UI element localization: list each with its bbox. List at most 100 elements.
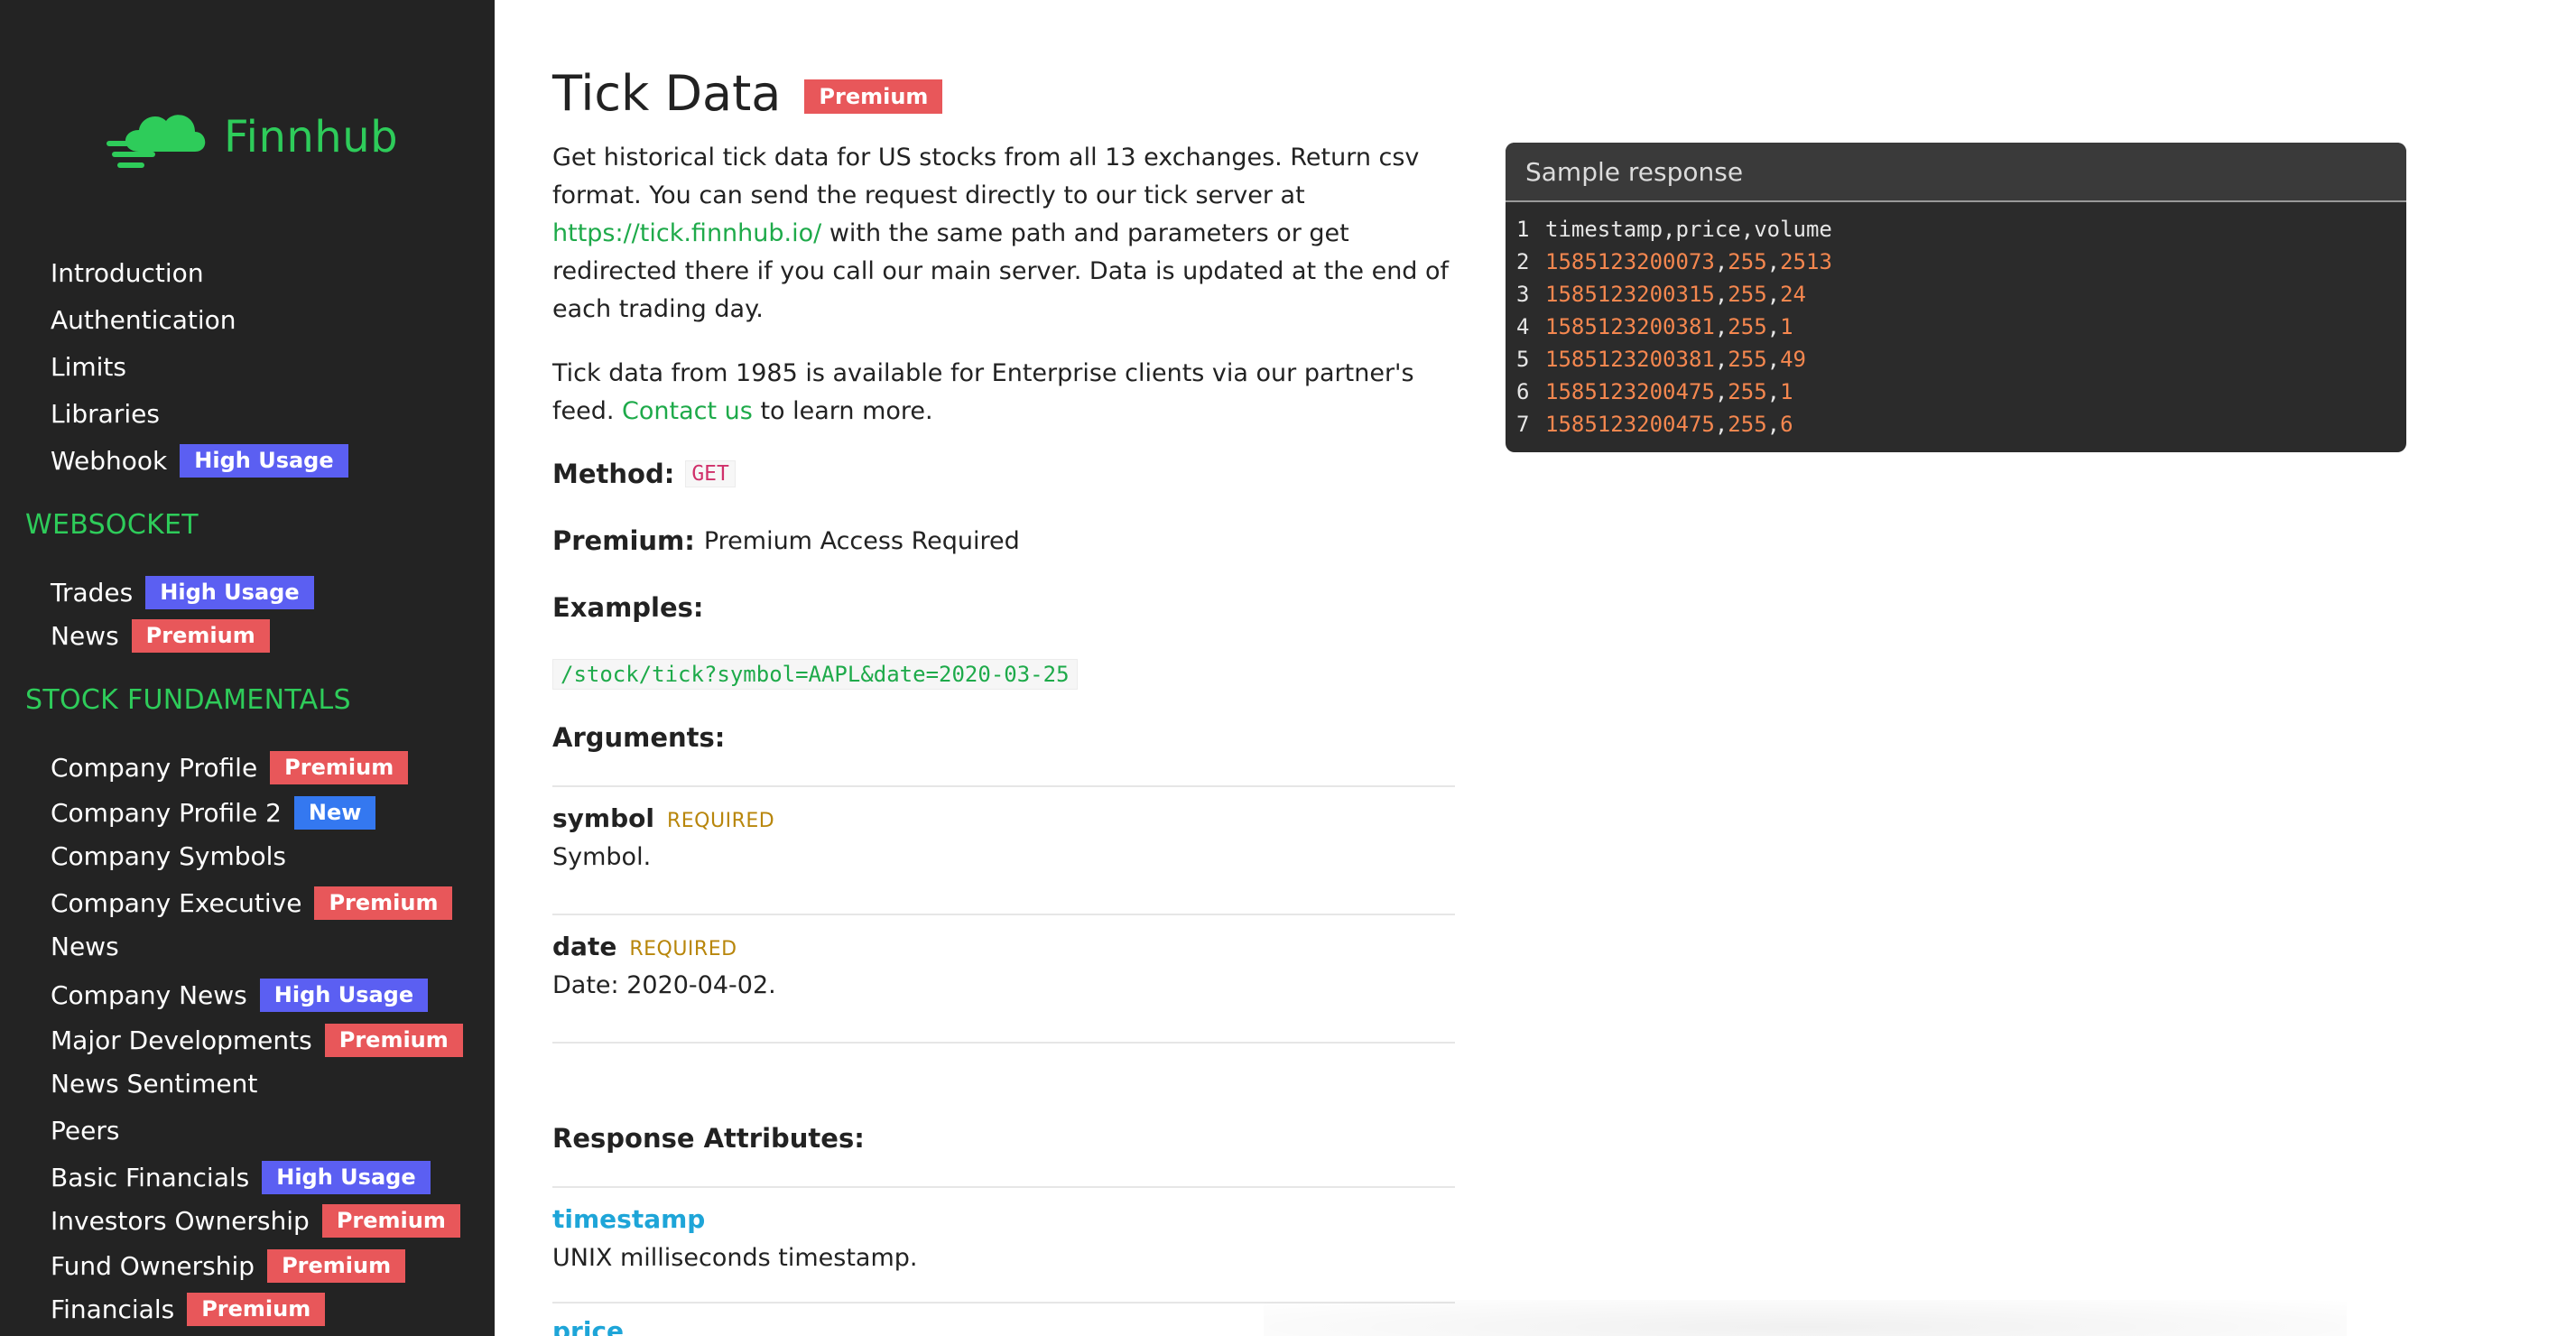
- example-url-link[interactable]: /stock/tick?symbol=AAPL&date=2020-03-25: [552, 659, 1078, 690]
- sidebar-item-major-developments[interactable]: Major Developments Premium: [51, 1024, 463, 1057]
- line-number: 4: [1516, 314, 1530, 339]
- code-text: 1585123200381,255,1: [1545, 314, 1793, 339]
- csv-value: 6: [1780, 412, 1793, 437]
- argument-name: date: [552, 932, 617, 961]
- sidebar-item-company-news[interactable]: Company News High Usage: [51, 979, 429, 1012]
- csv-value: 1585123200475: [1545, 412, 1715, 437]
- code-text: 1585123200475,255,1: [1545, 379, 1793, 404]
- page-title-row: Tick Data Premium: [552, 65, 943, 122]
- sidebar-item-fund-ownership[interactable]: Fund Ownership Premium: [51, 1249, 406, 1283]
- method-value: GET: [685, 460, 736, 487]
- sidebar-item-introduction[interactable]: Introduction: [51, 258, 204, 288]
- sidebar-item-peers[interactable]: Peers: [51, 1116, 119, 1146]
- sample-response-title: Sample response: [1506, 143, 2406, 202]
- sidebar-item-investors-ownership[interactable]: Investors Ownership Premium: [51, 1204, 460, 1238]
- sidebar-item-label: Financials: [51, 1294, 175, 1324]
- line-number: 1: [1516, 217, 1530, 242]
- high-usage-badge: High Usage: [259, 979, 429, 1012]
- sidebar-item-company-profile[interactable]: Company Profile Premium: [51, 751, 409, 784]
- sidebar-item-limits[interactable]: Limits: [51, 352, 126, 382]
- csv-value: 2513: [1780, 249, 1832, 274]
- sidebar-item-company-executive[interactable]: Company Executive Premium: [51, 886, 453, 920]
- bottom-shadow: [1264, 1300, 2347, 1336]
- csv-value: 1585123200073: [1545, 249, 1715, 274]
- divider: [552, 785, 1455, 787]
- method-row: Method: GET: [552, 459, 736, 489]
- code-line: 1 timestamp,price,volume: [1506, 213, 2406, 246]
- sidebar-item-financials[interactable]: Financials Premium: [51, 1293, 326, 1326]
- sidebar-item-basic-financials[interactable]: Basic Financials High Usage: [51, 1161, 431, 1194]
- contact-us-link[interactable]: Contact us: [622, 397, 753, 425]
- high-usage-badge: High Usage: [262, 1161, 431, 1194]
- premium-badge: Premium: [324, 1024, 463, 1057]
- premium-badge: Premium: [131, 619, 270, 653]
- method-label: Method:: [552, 459, 675, 489]
- sidebar-item-label: Libraries: [51, 399, 160, 429]
- attribute-name: timestamp: [552, 1204, 706, 1234]
- line-number: 7: [1516, 412, 1530, 437]
- sample-response-code: 1 timestamp,price,volume 2 1585123200073,…: [1506, 202, 2406, 441]
- sidebar-item-label: Webhook: [51, 446, 168, 476]
- sidebar-item-label: News: [51, 621, 119, 651]
- high-usage-badge: High Usage: [180, 444, 348, 478]
- sidebar-item-label: Peers: [51, 1116, 120, 1146]
- argument-description: Symbol.: [552, 843, 652, 871]
- attribute-name: price: [552, 1316, 625, 1336]
- csv-value: 1585123200475: [1545, 379, 1715, 404]
- code-line: 3 1585123200315,255,24: [1506, 278, 2406, 311]
- sidebar: Finnhub Introduction Authentication Limi…: [0, 0, 495, 1336]
- sidebar-item-label: Basic Financials: [51, 1163, 250, 1192]
- csv-value: 255: [1728, 282, 1767, 307]
- premium-badge: Premium: [187, 1293, 326, 1326]
- code-text: 1585123200073,255,2513: [1545, 249, 1832, 274]
- premium-badge: Premium: [270, 751, 409, 784]
- sidebar-item-authentication[interactable]: Authentication: [51, 305, 236, 335]
- required-tag: REQUIRED: [666, 810, 775, 832]
- sidebar-item-label: Authentication: [51, 305, 236, 335]
- sidebar-item-news-ws[interactable]: News Premium: [51, 619, 270, 653]
- arguments-heading: Arguments:: [552, 722, 725, 753]
- sidebar-item-news[interactable]: News: [51, 932, 119, 961]
- sidebar-item-libraries[interactable]: Libraries: [51, 399, 160, 429]
- examples-label: Examples:: [552, 592, 704, 623]
- tick-server-link[interactable]: https://tick.finnhub.io/: [552, 219, 821, 247]
- code-text: 1585123200475,255,6: [1545, 412, 1793, 437]
- response-attributes-heading: Response Attributes:: [552, 1123, 865, 1154]
- csv-value: 24: [1780, 282, 1807, 307]
- sidebar-item-label: News: [51, 932, 119, 961]
- code-line: 2 1585123200073,255,2513: [1506, 246, 2406, 278]
- csv-value: 1585123200315: [1545, 282, 1715, 307]
- sidebar-item-label: Limits: [51, 352, 126, 382]
- sidebar-item-label: Company Profile: [51, 753, 258, 783]
- sidebar-item-news-sentiment[interactable]: News Sentiment: [51, 1069, 257, 1099]
- csv-value: 1585123200381: [1545, 347, 1715, 372]
- csv-value: 255: [1728, 314, 1767, 339]
- code-text: timestamp,price,volume: [1545, 217, 1832, 242]
- line-number: 3: [1516, 282, 1530, 307]
- csv-value: 1585123200381: [1545, 314, 1715, 339]
- csv-value: 255: [1728, 379, 1767, 404]
- code-text: 1585123200381,255,49: [1545, 347, 1807, 372]
- sidebar-item-label: Investors Ownership: [51, 1206, 310, 1236]
- sidebar-item-label: Fund Ownership: [51, 1251, 255, 1281]
- premium-badge: Premium: [267, 1249, 406, 1283]
- sidebar-item-company-symbols[interactable]: Company Symbols: [51, 841, 286, 871]
- attribute-description: UNIX milliseconds timestamp.: [552, 1244, 918, 1272]
- sidebar-item-company-profile-2[interactable]: Company Profile 2 New: [51, 796, 376, 830]
- divider: [552, 1042, 1455, 1044]
- section-title-stock-fundamentals: STOCK FUNDAMENTALS: [25, 684, 351, 716]
- sidebar-item-webhook[interactable]: Webhook High Usage: [51, 444, 348, 478]
- enterprise-text: to learn more.: [752, 397, 933, 425]
- logo-text: Finnhub: [224, 112, 399, 162]
- code-line: 5 1585123200381,255,49: [1506, 343, 2406, 376]
- argument-description: Date: 2020-04-02.: [552, 971, 776, 999]
- page-title: Tick Data: [552, 65, 782, 122]
- csv-value: 255: [1728, 412, 1767, 437]
- sidebar-item-trades[interactable]: Trades High Usage: [51, 576, 314, 609]
- sidebar-item-label: Company News: [51, 980, 247, 1010]
- line-number: 2: [1516, 249, 1530, 274]
- premium-label: Premium:: [552, 525, 695, 556]
- response-label: Response Attributes:: [552, 1123, 865, 1154]
- line-number: 5: [1516, 347, 1530, 372]
- finnhub-logo[interactable]: Finnhub: [105, 101, 398, 173]
